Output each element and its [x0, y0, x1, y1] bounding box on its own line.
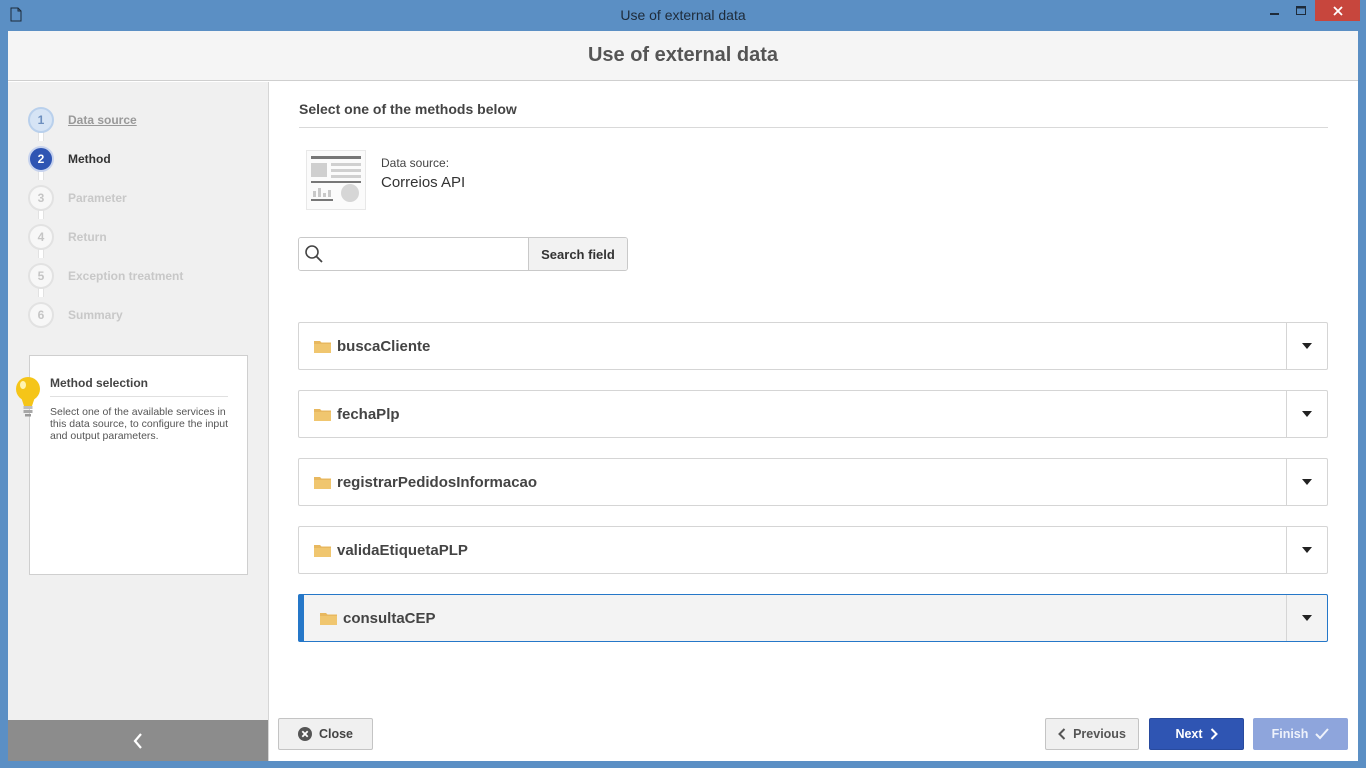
expand-toggle[interactable]	[1286, 459, 1327, 505]
folder-icon	[314, 477, 331, 489]
next-button[interactable]: Next	[1149, 718, 1244, 750]
step-number: 1	[28, 106, 54, 133]
step-number: 6	[28, 301, 54, 328]
expand-toggle[interactable]	[1286, 391, 1327, 437]
search-icon	[299, 238, 329, 270]
method-name: registrarPedidosInformacao	[337, 473, 538, 491]
folder-icon	[314, 341, 331, 353]
close-label: Close	[318, 727, 354, 741]
method-name: buscaCliente	[337, 337, 431, 355]
help-text: Select one of the available services in …	[50, 406, 229, 442]
collapse-sidebar-button[interactable]	[8, 720, 268, 761]
checkmark-icon	[1315, 728, 1330, 740]
window-titlebar: Use of external data	[0, 0, 1366, 31]
folder-icon	[314, 409, 331, 421]
step-number: 5	[28, 262, 54, 289]
dialog-header: Use of external data	[8, 31, 1358, 81]
previous-button[interactable]: Previous	[1045, 718, 1139, 750]
search-bar: Search field	[298, 237, 628, 271]
method-name: consultaCEP	[343, 609, 436, 627]
method-item-buscacliente[interactable]: buscaCliente	[298, 322, 1328, 370]
method-item-fechaplp[interactable]: fechaPlp	[298, 390, 1328, 438]
step-parameter: 3 Parameter	[28, 178, 258, 219]
data-source-caption: Data source:	[381, 156, 450, 170]
maximize-button[interactable]	[1288, 0, 1314, 21]
chevron-right-icon	[1210, 728, 1218, 740]
expand-toggle[interactable]	[1286, 323, 1327, 369]
section-title: Select one of the methods below	[299, 101, 1328, 128]
expand-toggle[interactable]	[1286, 527, 1327, 573]
caret-down-icon	[1302, 615, 1312, 621]
close-circle-icon	[297, 727, 312, 741]
dialog-frame: Use of external data 1 Data source 2 Met…	[8, 31, 1358, 761]
step-label: Parameter	[68, 190, 127, 205]
method-name: validaEtiquetaPLP	[337, 541, 468, 559]
caret-down-icon	[1302, 411, 1312, 417]
caret-down-icon	[1302, 547, 1312, 553]
close-x-icon	[1332, 5, 1343, 16]
data-source-icon	[306, 150, 366, 210]
report-icon	[311, 156, 361, 202]
dialog-title: Use of external data	[587, 44, 779, 66]
maximize-icon	[1296, 5, 1306, 15]
step-number: 2	[28, 145, 54, 172]
main-panel: Select one of the methods below Data sou…	[270, 82, 1358, 761]
help-title: Method selection	[50, 376, 228, 397]
step-method[interactable]: 2 Method	[28, 139, 258, 180]
finish-label: Finish	[1271, 727, 1309, 741]
finish-button[interactable]: Finish	[1253, 718, 1348, 750]
previous-label: Previous	[1073, 727, 1126, 741]
window-close-button[interactable]	[1315, 0, 1360, 21]
next-label: Next	[1175, 727, 1203, 741]
folder-icon	[314, 545, 331, 557]
wizard-sidebar: 1 Data source 2 Method 3 Parameter 4 Ret…	[8, 82, 269, 761]
step-number: 4	[28, 223, 54, 250]
step-label: Exception treatment	[68, 268, 184, 283]
search-input[interactable]	[329, 238, 528, 270]
close-button[interactable]: Close	[278, 718, 373, 750]
step-label: Data source	[68, 112, 137, 127]
method-item-validaetiquetaplp[interactable]: validaEtiquetaPLP	[298, 526, 1328, 574]
step-return: 4 Return	[28, 217, 258, 258]
minimize-icon	[1270, 12, 1279, 15]
data-source-name: Correios API	[381, 174, 466, 191]
caret-down-icon	[1302, 479, 1312, 485]
caret-down-icon	[1302, 343, 1312, 349]
chevron-left-icon	[133, 732, 142, 749]
method-item-consultacep[interactable]: consultaCEP	[298, 594, 1328, 642]
search-field-button[interactable]: Search field	[528, 238, 627, 270]
window-title: Use of external data	[620, 7, 746, 23]
lightbulb-icon	[16, 377, 40, 417]
minimize-button[interactable]	[1262, 0, 1288, 21]
step-exception-treatment: 5 Exception treatment	[28, 256, 258, 297]
folder-icon	[320, 613, 337, 625]
step-summary: 6 Summary	[28, 295, 258, 334]
method-name: fechaPlp	[337, 405, 400, 423]
step-label: Summary	[68, 307, 123, 322]
step-data-source[interactable]: 1 Data source	[28, 100, 258, 141]
help-box: Method selection Select one of the avail…	[16, 355, 248, 575]
wizard-steps: 1 Data source 2 Method 3 Parameter 4 Ret…	[28, 100, 258, 334]
method-item-registrarpedidosinformacao[interactable]: registrarPedidosInformacao	[298, 458, 1328, 506]
chevron-left-icon	[1058, 728, 1066, 740]
step-label: Method	[68, 151, 111, 166]
expand-toggle[interactable]	[1286, 595, 1327, 641]
step-number: 3	[28, 184, 54, 211]
step-label: Return	[68, 229, 107, 244]
